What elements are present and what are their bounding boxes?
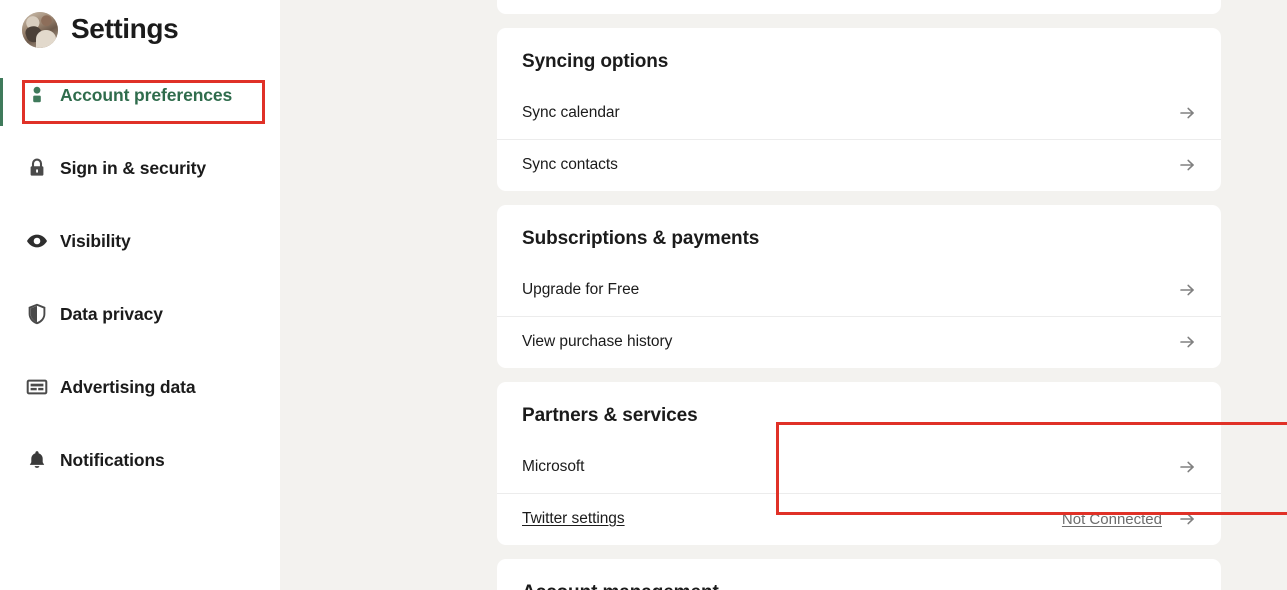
- sidebar-item-label: Visibility: [60, 231, 131, 252]
- row-label: Sync contacts: [522, 156, 618, 174]
- card-rows: Upgrade for Free View purchase history: [497, 264, 1221, 368]
- sidebar-item-notifications[interactable]: Notifications: [0, 436, 280, 484]
- settings-card-subscriptions-payments: Subscriptions & payments Upgrade for Fre…: [497, 205, 1221, 368]
- sidebar-item-advertising-data[interactable]: Advertising data: [0, 363, 280, 411]
- avatar[interactable]: [22, 12, 58, 48]
- row-label: Sync calendar: [522, 104, 620, 122]
- settings-page: Settings Account preferences: [0, 0, 1287, 590]
- bell-icon: [25, 448, 49, 472]
- arrow-right-icon: [1178, 156, 1196, 174]
- list-item-microsoft[interactable]: Microsoft: [497, 441, 1221, 493]
- list-item-sync-contacts[interactable]: Sync contacts: [497, 139, 1221, 191]
- card-title: Partners & services: [497, 382, 1221, 429]
- row-label: Microsoft: [522, 458, 584, 476]
- settings-card-account-management: Account management: [497, 559, 1221, 590]
- arrow-right-icon: [1178, 510, 1196, 528]
- status-badge: Not Connected: [1062, 511, 1162, 528]
- list-item-upgrade-for-free[interactable]: Upgrade for Free: [497, 264, 1221, 316]
- lock-icon: [25, 156, 49, 180]
- card-title: Subscriptions & payments: [497, 205, 1221, 252]
- list-item-view-purchase-history[interactable]: View purchase history: [497, 316, 1221, 368]
- sidebar-item-label: Data privacy: [60, 304, 163, 325]
- sidebar-nav: Account preferences Sign in & security: [0, 71, 280, 484]
- page-title: Settings: [71, 15, 178, 45]
- arrow-right-icon: [1178, 281, 1196, 299]
- ad-card-icon: [25, 375, 49, 399]
- main-content: Syncing options Sync calendar Sync conta…: [280, 0, 1287, 590]
- sidebar-item-sign-in-security[interactable]: Sign in & security: [0, 144, 280, 192]
- sidebar: Settings Account preferences: [0, 0, 280, 590]
- sidebar-item-label: Account preferences: [60, 85, 232, 106]
- eye-icon: [25, 229, 49, 253]
- sidebar-item-data-privacy[interactable]: Data privacy: [0, 290, 280, 338]
- arrow-right-icon: [1178, 458, 1196, 476]
- shield-icon: [25, 302, 49, 326]
- card-title: Account management: [497, 559, 1221, 590]
- list-item-twitter-settings[interactable]: Twitter settings Not Connected: [497, 493, 1221, 545]
- sidebar-item-visibility[interactable]: Visibility: [0, 217, 280, 265]
- row-label: Twitter settings: [522, 510, 625, 528]
- row-label: View purchase history: [522, 333, 672, 351]
- settings-card-partners-services: Partners & services Microsoft Twitter se…: [497, 382, 1221, 545]
- sidebar-item-account-preferences[interactable]: Account preferences: [0, 71, 280, 119]
- card-title: Syncing options: [497, 28, 1221, 75]
- settings-card-list: Syncing options Sync calendar Sync conta…: [497, 0, 1221, 590]
- list-item-sync-calendar[interactable]: Sync calendar: [497, 87, 1221, 139]
- card-rows: Microsoft Twitter settings Not Connected: [497, 441, 1221, 545]
- sidebar-item-label: Advertising data: [60, 377, 196, 398]
- arrow-right-icon: [1178, 333, 1196, 351]
- sidebar-header: Settings: [0, 0, 280, 52]
- settings-card-partial: [497, 0, 1221, 14]
- row-label: Upgrade for Free: [522, 281, 639, 299]
- sidebar-item-label: Sign in & security: [60, 158, 206, 179]
- card-rows: Sync calendar Sync contacts: [497, 87, 1221, 191]
- arrow-right-icon: [1178, 104, 1196, 122]
- person-icon: [25, 83, 49, 107]
- sidebar-item-label: Notifications: [60, 450, 165, 471]
- settings-card-syncing-options: Syncing options Sync calendar Sync conta…: [497, 28, 1221, 191]
